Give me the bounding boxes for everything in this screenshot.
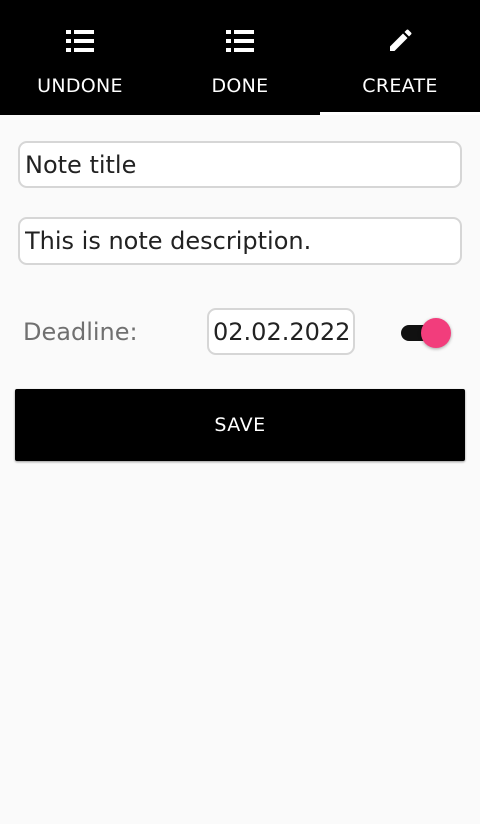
tab-done-label: DONE (211, 75, 269, 97)
list-icon (226, 30, 254, 52)
tab-undone-label: UNDONE (37, 75, 123, 97)
save-button[interactable]: SAVE (15, 389, 465, 461)
note-description-input[interactable] (18, 217, 462, 265)
toggle-thumb (421, 318, 451, 348)
deadline-date-input[interactable] (207, 308, 355, 355)
deadline-toggle[interactable] (399, 316, 455, 350)
pencil-icon (390, 29, 412, 51)
selected-tab-indicator (320, 112, 480, 115)
tab-done[interactable]: DONE (160, 0, 320, 115)
deadline-label: Deadline: (23, 318, 138, 346)
tab-bar: UNDONE DONE CREATE (0, 0, 480, 115)
list-icon (66, 30, 94, 52)
tab-undone[interactable]: UNDONE (0, 0, 160, 115)
tab-create[interactable]: CREATE (320, 0, 480, 115)
note-title-input[interactable] (18, 141, 462, 188)
tab-create-label: CREATE (362, 75, 438, 97)
